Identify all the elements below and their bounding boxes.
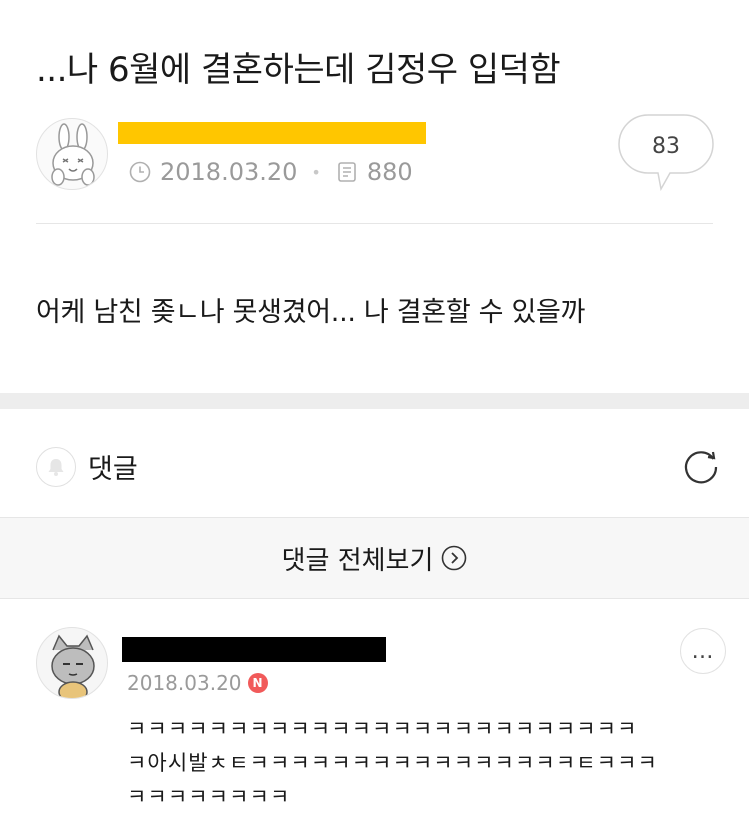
- post-body: 어케 남친 좆ㄴ나 못생겼어... 나 결혼할 수 있을까: [36, 297, 586, 328]
- chevron-right-circle-icon: [441, 545, 467, 571]
- document-icon: [335, 160, 359, 184]
- view-count: 880: [366, 158, 413, 186]
- comment-text-line: ㅋㅋㅋㅋㅋㅋㅋㅋㅋㅋㅋㅋㅋㅋㅋㅋㅋㅋㅋㅋㅋㅋㅋㅋㅋ: [127, 717, 638, 741]
- commenter-name-redaction: [122, 637, 386, 662]
- more-options-icon[interactable]: …: [680, 628, 726, 674]
- comment-text-line: ㅋㅋㅋㅋㅋㅋㅋㅋ: [127, 785, 291, 809]
- rabbit-avatar-icon: [51, 123, 95, 186]
- bell-icon[interactable]: [36, 447, 76, 487]
- header-divider: [36, 223, 713, 224]
- cat-avatar-icon: [51, 634, 95, 698]
- comment-section-header: 댓글: [0, 409, 749, 517]
- post-meta: 2018.03.20 • 880: [128, 158, 413, 186]
- commenter-avatar[interactable]: [36, 627, 108, 699]
- refresh-icon[interactable]: [682, 446, 722, 486]
- comment-meta: 2018.03.20 N: [127, 671, 268, 695]
- comment-section-label: 댓글: [88, 454, 138, 485]
- comment-date: 2018.03.20: [127, 671, 242, 695]
- comment-text-line: ㅋ아시발ㅊㅌㅋㅋㅋㅋㅋㅋㅋㅋㅋㅋㅋㅋㅋㅋㅋㅋㅌㅋㅋㅋ: [127, 751, 658, 775]
- new-badge: N: [247, 673, 268, 693]
- comment-count: 83: [652, 134, 680, 159]
- post-title: ...나 6월에 결혼하는데 김정우 입덕함: [36, 50, 561, 90]
- view-all-comments-label: 댓글 전체보기: [281, 545, 434, 576]
- author-name-redaction: [118, 122, 426, 144]
- comment-count-bubble[interactable]: 83: [618, 114, 714, 192]
- meta-separator: •: [311, 162, 321, 182]
- post-date: 2018.03.20: [160, 158, 298, 186]
- clock-icon: [128, 160, 152, 184]
- author-avatar[interactable]: [36, 118, 108, 190]
- view-all-comments-button[interactable]: 댓글 전체보기: [0, 517, 749, 599]
- section-separator: [0, 393, 749, 409]
